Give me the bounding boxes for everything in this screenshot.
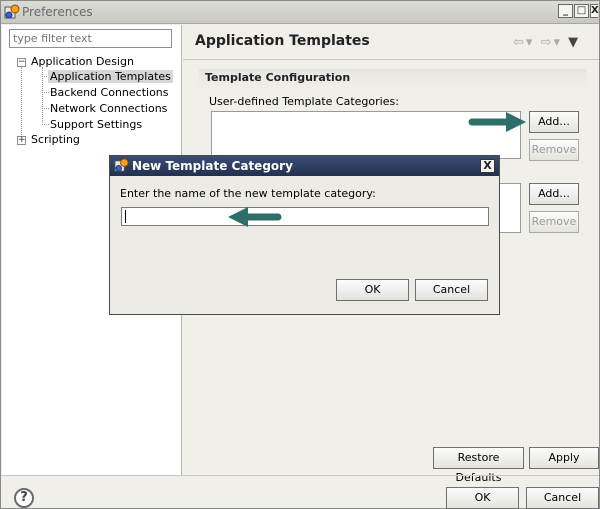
tree-item-label: Backend Connections <box>50 86 169 99</box>
cancel-button[interactable]: Cancel <box>526 487 599 509</box>
tree-item-network-connections[interactable]: Network Connections <box>50 102 167 115</box>
remove-button[interactable]: Remove <box>529 211 579 233</box>
history-nav: ⇦▾ ⇨▾ ▼ <box>513 35 580 50</box>
annotation-arrow-icon <box>228 207 282 227</box>
ok-button[interactable]: OK <box>446 487 519 509</box>
tree-item-scripting[interactable]: Scripting <box>31 133 80 146</box>
text-caret <box>125 210 126 223</box>
annotation-arrow-icon <box>468 112 526 132</box>
add-button[interactable]: Add... <box>529 183 579 205</box>
view-menu-chevron-icon[interactable]: ▼ <box>568 35 580 50</box>
tree-item-label: Application Design <box>31 55 134 68</box>
tree-item-application-design[interactable]: Application Design <box>31 55 134 68</box>
filter-input[interactable] <box>9 29 172 48</box>
tree-item-support-settings[interactable]: Support Settings <box>50 118 142 131</box>
dialog-ok-button[interactable]: OK <box>336 279 409 301</box>
dialog-cancel-button[interactable]: Cancel <box>415 279 488 301</box>
title-bar: Preferences _ □ X <box>1 1 599 24</box>
window-title: Preferences <box>22 5 93 19</box>
dialog-prompt: Enter the name of the new template categ… <box>120 187 376 200</box>
page-title: Application Templates <box>195 33 370 49</box>
category-name-input[interactable] <box>121 207 489 226</box>
collapse-toggle-icon[interactable]: − <box>17 58 26 67</box>
remove-category-button[interactable]: Remove <box>529 139 579 161</box>
close-button[interactable]: X <box>590 4 599 18</box>
add-category-button[interactable]: Add... <box>529 111 579 133</box>
tree-connector <box>42 124 49 125</box>
tree-item-label: Support Settings <box>50 118 143 131</box>
minimize-button[interactable]: _ <box>558 4 573 18</box>
dialog-close-button[interactable]: X <box>480 159 495 173</box>
back-menu-chevron-icon[interactable]: ▾ <box>526 35 535 50</box>
tree-item-application-templates[interactable]: Application Templates <box>48 70 173 83</box>
tree-connector <box>42 92 49 93</box>
help-icon[interactable]: ? <box>14 488 34 508</box>
header-divider <box>183 59 599 60</box>
tree-item-label: Network Connections <box>50 102 168 115</box>
tree-connector <box>21 67 22 139</box>
tree-item-label: Scripting <box>31 133 80 146</box>
section-title: Template Configuration <box>199 69 587 89</box>
expand-toggle-icon[interactable]: + <box>17 136 26 145</box>
preferences-app-icon <box>4 4 20 19</box>
tree-connector <box>42 108 49 109</box>
tree-item-backend-connections[interactable]: Backend Connections <box>50 86 169 99</box>
categories-label: User-defined Template Categories: <box>209 95 399 108</box>
dialog-title-bar: New Template Category X <box>110 156 499 176</box>
dialog-app-icon <box>114 158 129 172</box>
tree-item-label: Application Templates <box>48 70 173 83</box>
forward-arrow-icon[interactable]: ⇨ <box>541 35 554 50</box>
restore-defaults-button[interactable]: Restore Defaults <box>433 447 524 484</box>
apply-button[interactable]: Apply <box>529 447 599 469</box>
forward-menu-chevron-icon[interactable]: ▾ <box>553 35 562 50</box>
footer-divider <box>1 475 599 476</box>
back-arrow-icon[interactable]: ⇦ <box>513 35 526 50</box>
dialog-title: New Template Category <box>132 159 293 173</box>
maximize-button[interactable]: □ <box>574 4 589 18</box>
new-template-category-dialog: New Template Category X Enter the name o… <box>109 155 500 315</box>
